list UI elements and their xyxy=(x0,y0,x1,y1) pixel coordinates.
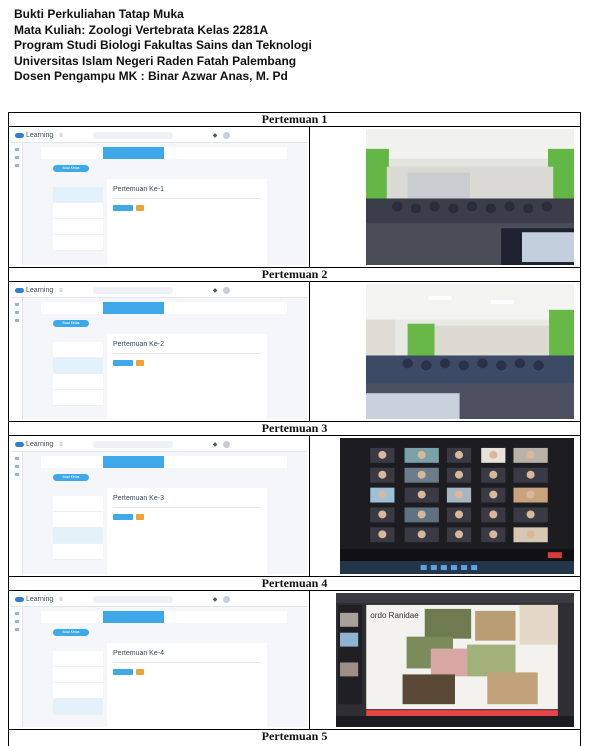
cloud-icon xyxy=(15,133,24,138)
lms-week-list xyxy=(53,651,103,715)
lms-tabs xyxy=(41,456,287,468)
lms-meeting-card: Pertemuan Ke-2 xyxy=(107,334,267,419)
lms-pill: Buat Kelas xyxy=(53,320,89,327)
slide-title: ordo Ranidae xyxy=(370,611,419,620)
lms-sidebar xyxy=(11,143,23,265)
bell-icon: ◆ xyxy=(212,133,218,139)
meeting-title: Pertemuan 2 xyxy=(9,268,580,282)
card-title: Pertemuan Ke-1 xyxy=(113,186,164,193)
meeting-row: Learning ≡ ◆ Buat Kelas Pertemuan Ke-1 xyxy=(9,127,580,268)
avatar xyxy=(223,287,231,294)
avatar xyxy=(223,441,231,448)
bell-icon: ◆ xyxy=(212,442,218,448)
card-title: Pertemuan Ke-4 xyxy=(113,650,164,657)
lms-tabs xyxy=(41,611,287,623)
lms-pill: Buat Kelas xyxy=(53,629,89,636)
menu-icon: ≡ xyxy=(59,596,63,603)
card-title: Pertemuan Ke-2 xyxy=(113,341,164,348)
lms-sidebar xyxy=(11,607,23,727)
document-header: Bukti Perkuliahan Tatap Muka Mata Kuliah… xyxy=(14,7,574,85)
meeting-row: Learning ≡ ◆ Buat Kelas Pertemuan Ke-4 o… xyxy=(9,591,580,730)
lms-screenshot: Learning ≡ ◆ Buat Kelas Pertemuan Ke-4 xyxy=(9,591,310,729)
lms-logo: Learning xyxy=(26,132,54,139)
lms-week-list xyxy=(53,187,103,251)
lms-meeting-card: Pertemuan Ke-1 xyxy=(107,179,267,265)
cloud-icon xyxy=(15,288,24,293)
search-input xyxy=(92,287,173,294)
meeting-title: Pertemuan 4 xyxy=(9,577,580,591)
menu-icon: ≡ xyxy=(59,441,63,448)
lms-meeting-card: Pertemuan Ke-3 xyxy=(107,488,267,574)
menu-icon: ≡ xyxy=(59,132,63,139)
bell-icon: ◆ xyxy=(212,288,218,294)
meeting-row: Learning ≡ ◆ Buat Kelas Pertemuan Ke-3 xyxy=(9,436,580,577)
meeting-table: Pertemuan 1 Learning ≡ ◆ Buat Kelas Pert… xyxy=(8,112,581,746)
university: Universitas Islam Negeri Raden Fatah Pal… xyxy=(14,53,297,68)
lms-pill: Buat Kelas xyxy=(53,474,89,481)
meeting-title: Pertemuan 3 xyxy=(9,422,580,436)
search-input xyxy=(92,132,173,139)
doc-title: Bukti Perkuliahan Tatap Muka xyxy=(14,7,184,21)
course-name: Mata Kuliah: Zoologi Vertebrata Kelas 22… xyxy=(14,22,269,37)
lms-screenshot: Learning ≡ ◆ Buat Kelas Pertemuan Ke-3 xyxy=(9,436,310,576)
classroom-photo xyxy=(310,127,580,267)
lms-sidebar xyxy=(11,452,23,574)
search-input xyxy=(92,441,173,448)
study-program: Program Studi Biologi Fakultas Sains dan… xyxy=(14,38,312,52)
avatar xyxy=(223,132,231,139)
lms-meeting-card: Pertemuan Ke-4 xyxy=(107,643,267,727)
lms-logo: Learning xyxy=(26,441,54,448)
lms-screenshot: Learning ≡ ◆ Buat Kelas Pertemuan Ke-1 xyxy=(9,127,310,267)
search-input xyxy=(92,596,173,603)
cloud-icon xyxy=(15,442,24,447)
lms-screenshot: Learning ≡ ◆ Buat Kelas Pertemuan Ke-2 xyxy=(9,282,310,421)
classroom-photo xyxy=(310,282,580,421)
meeting-title: Pertemuan 1 xyxy=(9,113,580,127)
avatar xyxy=(223,596,231,603)
zoom-meeting-screenshot xyxy=(310,436,580,576)
lms-week-list xyxy=(53,342,103,406)
lms-logo: Learning xyxy=(26,596,54,603)
lecturer: Dosen Pengampu MK : Binar Azwar Anas, M.… xyxy=(14,69,288,83)
lms-tabs xyxy=(41,147,287,159)
lms-sidebar xyxy=(11,298,23,419)
lms-logo: Learning xyxy=(26,287,54,294)
meeting-title: Pertemuan 5 xyxy=(261,729,328,743)
meeting-row: Learning ≡ ◆ Buat Kelas Pertemuan Ke-2 xyxy=(9,282,580,422)
card-title: Pertemuan Ke-3 xyxy=(113,495,164,502)
lms-week-list xyxy=(53,496,103,560)
bell-icon: ◆ xyxy=(212,597,218,603)
cloud-icon xyxy=(15,597,24,602)
menu-icon: ≡ xyxy=(59,287,63,294)
lms-tabs xyxy=(41,302,287,314)
lms-pill: Buat Kelas xyxy=(53,165,89,172)
presentation-screenshot: ordo Ranidae xyxy=(310,591,580,729)
